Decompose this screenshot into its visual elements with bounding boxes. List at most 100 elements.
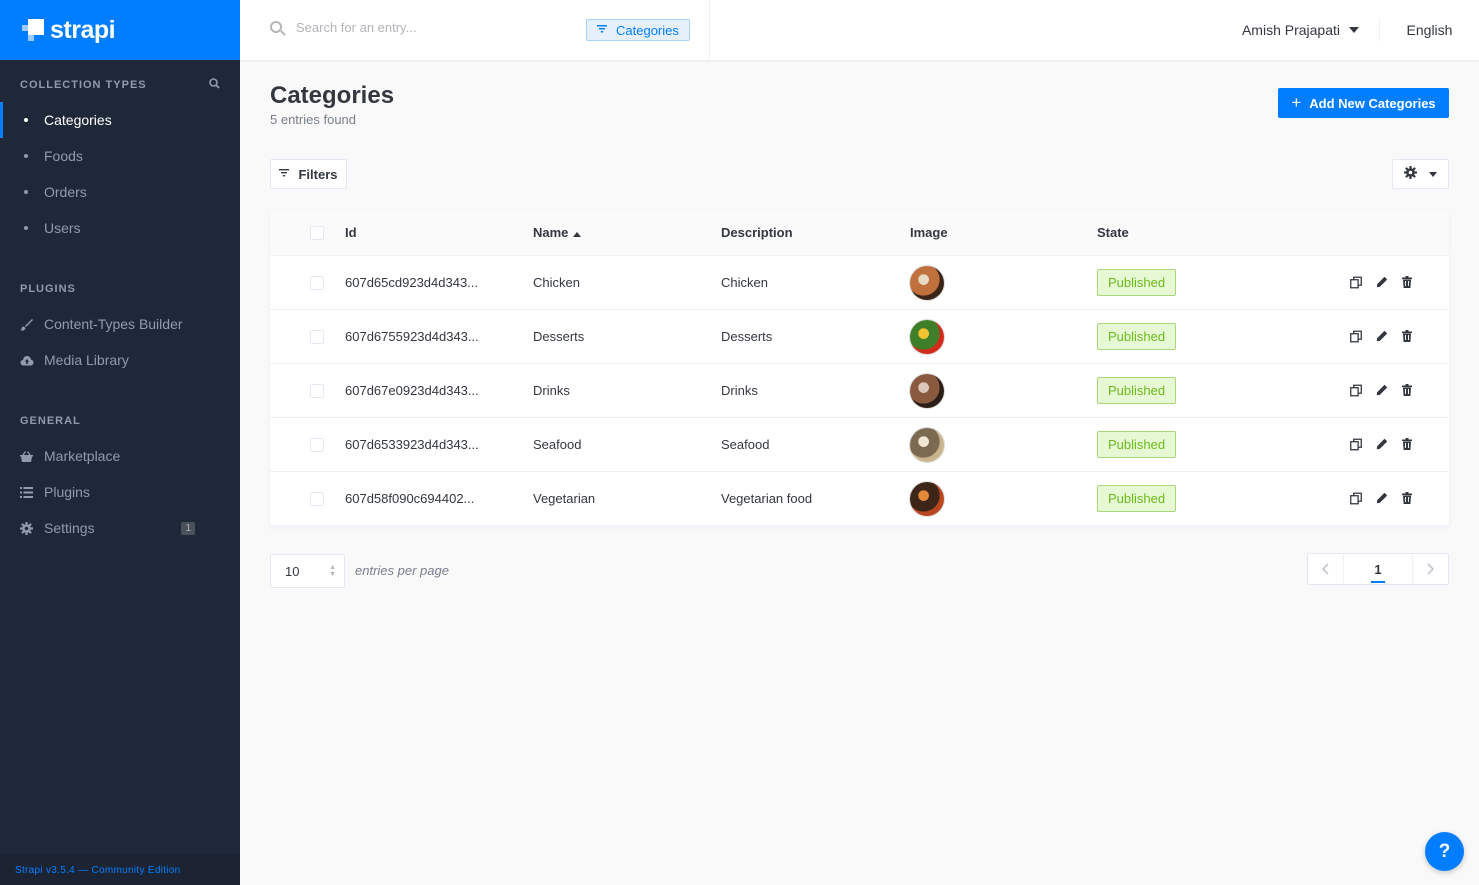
column-name[interactable]: Name [533,225,582,240]
row-checkbox[interactable] [310,491,324,506]
column-description[interactable]: Description [721,225,793,240]
list-icon [20,486,44,498]
filter-icon [279,169,290,179]
version-footer: Strapi v3.5.4 — Community Edition [0,855,240,885]
caret-down-icon [1349,25,1359,36]
collection-types-header: COLLECTION TYPES [0,78,240,92]
list-settings-button[interactable] [1392,159,1449,189]
sidebar: strapi COLLECTION TYPES Categories Foods… [0,0,240,885]
table-row[interactable]: 607d65cd923d4d343... Chicken Chicken Publis… [270,255,1449,309]
row-actions [1350,438,1414,451]
plugins-header: PLUGINS [0,282,240,296]
trash-icon[interactable] [1402,330,1414,343]
current-page[interactable]: 1 [1344,554,1412,584]
pencil-icon[interactable] [1376,330,1388,343]
pencil-icon[interactable] [1376,438,1388,451]
trash-icon[interactable] [1402,384,1414,397]
cell-image [910,481,944,516]
cell-name: Vegetarian [533,491,596,506]
row-actions [1350,492,1414,505]
search-icon [270,21,286,37]
sidebar-item-content-types-builder[interactable]: Content-Types Builder [0,306,240,342]
duplicate-icon[interactable] [1350,438,1362,451]
duplicate-icon[interactable] [1350,330,1362,343]
sidebar-item-marketplace[interactable]: Marketplace [0,438,240,474]
collection-types-title: COLLECTION TYPES [20,79,147,91]
add-new-entry-button[interactable]: + Add New Categories [1278,88,1449,118]
column-image: Image [910,225,948,240]
pencil-icon[interactable] [1376,276,1388,289]
table-row[interactable]: 607d58f090c694402... Vegetarian Vegetarian… [270,471,1449,525]
gear-icon [20,521,44,535]
trash-icon[interactable] [1402,438,1414,451]
plugins-list: Content-Types Builder Media Library [0,306,240,378]
bullet-icon [20,190,44,194]
collection-types-list: Categories Foods Orders Users [0,102,240,246]
search-input[interactable] [296,20,556,35]
cell-state: Published [1097,323,1177,350]
row-checkbox[interactable] [310,275,324,290]
brand-header[interactable]: strapi [0,0,240,60]
user-menu[interactable]: Amish Prajapati [1242,0,1359,60]
row-checkbox[interactable] [310,383,324,398]
table-row[interactable]: 607d6755923d4d343... Desserts Desserts Publ… [270,309,1449,363]
table-header: Id Name Description Image State [270,210,1449,255]
status-badge: Published [1097,377,1177,404]
category-thumbnail [910,319,944,354]
row-checkbox[interactable] [310,437,324,452]
entries-table: Id Name Description Image State 607d65cd… [270,210,1449,525]
pencil-icon[interactable] [1376,384,1388,397]
pencil-icon[interactable] [1376,492,1388,505]
caret-down-icon [1429,169,1437,179]
cell-image [910,373,944,408]
sidebar-item-label: Marketplace [44,448,121,464]
cell-description: Drinks [721,383,758,398]
trash-icon[interactable] [1402,276,1414,289]
category-thumbnail [910,373,944,408]
per-page-value: 10 [285,563,300,579]
entries-per-page-label: entries per page [355,563,449,578]
cell-description: Chicken [721,275,768,290]
entries-per-page-select[interactable]: 10 ▲ ▼ [270,554,345,588]
sidebar-item-settings[interactable]: Settings 1 [0,510,240,546]
category-thumbnail [910,481,944,516]
cell-image [910,427,944,462]
sidebar-item-categories[interactable]: Categories [0,102,240,138]
cloud-upload-icon [20,355,44,366]
row-actions [1350,276,1414,289]
table-row[interactable]: 607d67e0923d4d343... Drinks Drinks Publishe… [270,363,1449,417]
plugins-title: PLUGINS [20,283,76,295]
sidebar-item-users[interactable]: Users [0,210,240,246]
column-state: State [1097,225,1129,240]
sidebar-item-orders[interactable]: Orders [0,174,240,210]
sidebar-item-media-library[interactable]: Media Library [0,342,240,378]
language-selector[interactable]: English [1379,19,1479,41]
cell-id: 607d65cd923d4d343... [345,275,479,290]
status-badge: Published [1097,323,1177,350]
trash-icon[interactable] [1402,492,1414,505]
add-button-label: Add New Categories [1309,95,1436,111]
table-row[interactable]: 607d6533923d4d343... Seafood Seafood Publis… [270,417,1449,471]
duplicate-icon[interactable] [1350,384,1362,397]
cell-id: 607d67e0923d4d343... [345,383,479,398]
row-checkbox[interactable] [310,329,324,344]
filters-button[interactable]: Filters [270,159,347,189]
column-id[interactable]: Id [345,225,357,240]
duplicate-icon[interactable] [1350,492,1362,505]
notification-badge: 1 [181,521,195,535]
sidebar-item-plugins[interactable]: Plugins [0,474,240,510]
general-list: Marketplace Plugins Settings 1 [0,438,240,546]
search-collection-filter[interactable]: Categories [586,19,690,41]
row-actions [1350,330,1414,343]
sidebar-item-foods[interactable]: Foods [0,138,240,174]
search-icon[interactable] [209,78,220,92]
previous-page-icon[interactable] [1308,554,1344,584]
duplicate-icon[interactable] [1350,276,1362,289]
global-search: Categories [240,0,710,60]
entries-count: 5 entries found [270,112,357,127]
next-page-icon[interactable] [1412,554,1448,584]
page-title: Categories [270,82,395,109]
sidebar-item-label: Media Library [44,352,129,368]
help-button[interactable]: ? [1425,832,1464,871]
select-all-checkbox[interactable] [310,225,324,240]
